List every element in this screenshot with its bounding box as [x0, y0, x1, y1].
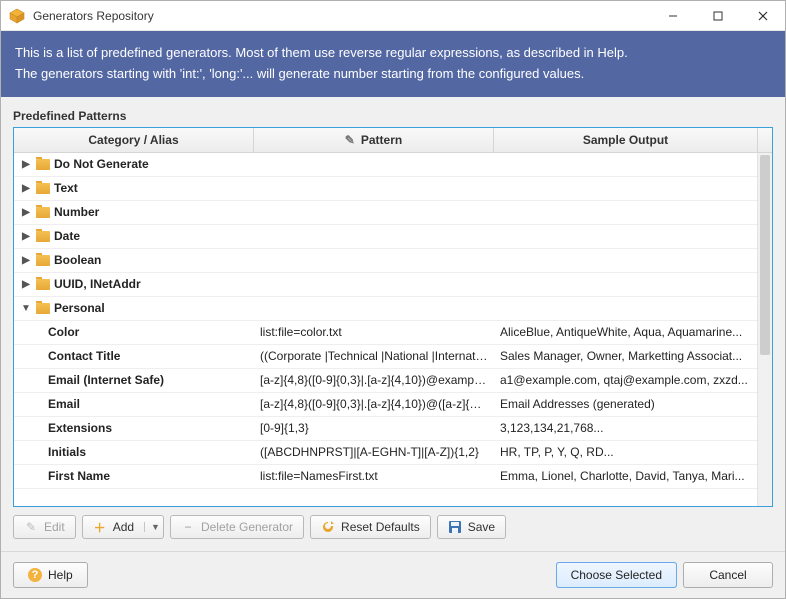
sample-cell: Sales Manager, Owner, Marketting Associa… — [494, 349, 772, 363]
sample-cell: Emma, Lionel, Charlotte, David, Tanya, M… — [494, 469, 772, 483]
maximize-button[interactable] — [695, 1, 740, 30]
pattern-cell: ([ABCDHNPRST]|[A-EGHN-T]|[A-Z]){1,2} — [254, 445, 494, 459]
table-header: Category / Alias ✎Pattern Sample Output — [14, 128, 772, 153]
title-bar: Generators Repository — [1, 1, 785, 31]
column-header-sample[interactable]: Sample Output — [494, 128, 757, 152]
sample-cell: HR, TP, P, Y, Q, RD... — [494, 445, 772, 459]
chevron-right-icon[interactable]: ▶ — [20, 183, 32, 194]
window-title: Generators Repository — [33, 9, 650, 23]
choose-selected-button[interactable]: Choose Selected — [556, 562, 677, 588]
folder-icon — [36, 207, 50, 218]
table-body: ▶Do Not Generate ▶Text ▶Number ▶Date ▶Bo… — [14, 153, 772, 506]
category-row[interactable]: ▶Do Not Generate — [14, 153, 772, 177]
chevron-down-icon[interactable]: ▼ — [144, 522, 160, 532]
scrollbar-thumb[interactable] — [760, 155, 770, 355]
patterns-table: Category / Alias ✎Pattern Sample Output … — [13, 127, 773, 507]
dialog-footer: ? Help Choose Selected Cancel — [1, 551, 785, 598]
folder-icon — [36, 255, 50, 266]
sample-cell: a1@example.com, qtaj@example.com, zxzd..… — [494, 373, 772, 387]
app-icon — [9, 8, 25, 24]
table-row[interactable]: Email [a-z]{4,8}([0-9]{0,3}|.[a-z]{4,10}… — [14, 393, 772, 417]
banner-line-2: The generators starting with 'int:', 'lo… — [15, 64, 771, 85]
category-row[interactable]: ▼Personal — [14, 297, 772, 321]
table-row[interactable]: First Name list:file=NamesFirst.txt Emma… — [14, 465, 772, 489]
alias-cell: Color — [14, 325, 254, 339]
pattern-cell: list:file=NamesFirst.txt — [254, 469, 494, 483]
alias-cell: Extensions — [14, 421, 254, 435]
pattern-cell: [a-z]{4,8}([0-9]{0,3}|.[a-z]{4,10})@([a-… — [254, 397, 494, 411]
chevron-right-icon[interactable]: ▶ — [20, 207, 32, 218]
minus-icon: − — [181, 520, 195, 534]
table-row[interactable]: Extensions [0-9]{1,3} 3,123,134,21,768..… — [14, 417, 772, 441]
category-row[interactable]: ▶UUID, INetAddr — [14, 273, 772, 297]
category-row[interactable]: ▶Number — [14, 201, 772, 225]
close-button[interactable] — [740, 1, 785, 30]
chevron-right-icon[interactable]: ▶ — [20, 159, 32, 170]
column-header-pattern[interactable]: ✎Pattern — [254, 128, 494, 152]
chevron-right-icon[interactable]: ▶ — [20, 255, 32, 266]
alias-cell: Initials — [14, 445, 254, 459]
pattern-cell: [0-9]{1,3} — [254, 421, 494, 435]
minimize-button[interactable] — [650, 1, 695, 30]
info-banner: This is a list of predefined generators.… — [1, 31, 785, 97]
chevron-right-icon[interactable]: ▶ — [20, 279, 32, 290]
folder-icon — [36, 279, 50, 290]
banner-line-1: This is a list of predefined generators.… — [15, 43, 771, 64]
table-row[interactable]: Color list:file=color.txt AliceBlue, Ant… — [14, 321, 772, 345]
reset-defaults-button[interactable]: Reset Defaults — [310, 515, 431, 539]
category-row[interactable]: ▶Text — [14, 177, 772, 201]
alias-cell: First Name — [14, 469, 254, 483]
help-icon: ? — [28, 568, 42, 582]
chevron-down-icon[interactable]: ▼ — [20, 303, 32, 314]
pattern-cell: [a-z]{4,8}([0-9]{0,3}|.[a-z]{4,10})@exam… — [254, 373, 494, 387]
cancel-button[interactable]: Cancel — [683, 562, 773, 588]
sample-cell: AliceBlue, AntiqueWhite, Aqua, Aquamarin… — [494, 325, 772, 339]
sample-cell: Email Addresses (generated) — [494, 397, 772, 411]
content-area: Predefined Patterns Category / Alias ✎Pa… — [1, 97, 785, 551]
add-split-button[interactable]: ＋ Add ▼ — [82, 515, 164, 539]
pattern-cell: ((Corporate |Technical |National |Intern… — [254, 349, 494, 363]
folder-icon — [36, 303, 50, 314]
folder-icon — [36, 159, 50, 170]
pattern-cell: list:file=color.txt — [254, 325, 494, 339]
chevron-right-icon[interactable]: ▶ — [20, 231, 32, 242]
header-scroll-spacer — [757, 128, 772, 152]
alias-cell: Email (Internet Safe) — [14, 373, 254, 387]
column-header-category[interactable]: Category / Alias — [14, 128, 254, 152]
floppy-icon — [448, 520, 462, 534]
refresh-icon — [321, 520, 335, 534]
help-button[interactable]: ? Help — [13, 562, 88, 588]
pencil-icon: ✎ — [24, 520, 38, 534]
save-button[interactable]: Save — [437, 515, 506, 539]
alias-cell: Contact Title — [14, 349, 254, 363]
edit-button[interactable]: ✎ Edit — [13, 515, 76, 539]
category-row[interactable]: ▶Boolean — [14, 249, 772, 273]
delete-generator-button[interactable]: − Delete Generator — [170, 515, 304, 539]
table-row[interactable]: Contact Title ((Corporate |Technical |Na… — [14, 345, 772, 369]
plus-icon: ＋ — [93, 520, 107, 534]
sample-cell: 3,123,134,21,768... — [494, 421, 772, 435]
folder-icon — [36, 183, 50, 194]
alias-cell: Email — [14, 397, 254, 411]
table-row[interactable]: Initials ([ABCDHNPRST]|[A-EGHN-T]|[A-Z])… — [14, 441, 772, 465]
section-label: Predefined Patterns — [13, 109, 773, 123]
pencil-icon: ✎ — [345, 133, 355, 147]
action-toolbar: ✎ Edit ＋ Add ▼ − Delete Generator Reset … — [13, 507, 773, 551]
table-row[interactable]: Email (Internet Safe) [a-z]{4,8}([0-9]{0… — [14, 369, 772, 393]
folder-icon — [36, 231, 50, 242]
category-row[interactable]: ▶Date — [14, 225, 772, 249]
vertical-scrollbar[interactable] — [757, 153, 772, 506]
